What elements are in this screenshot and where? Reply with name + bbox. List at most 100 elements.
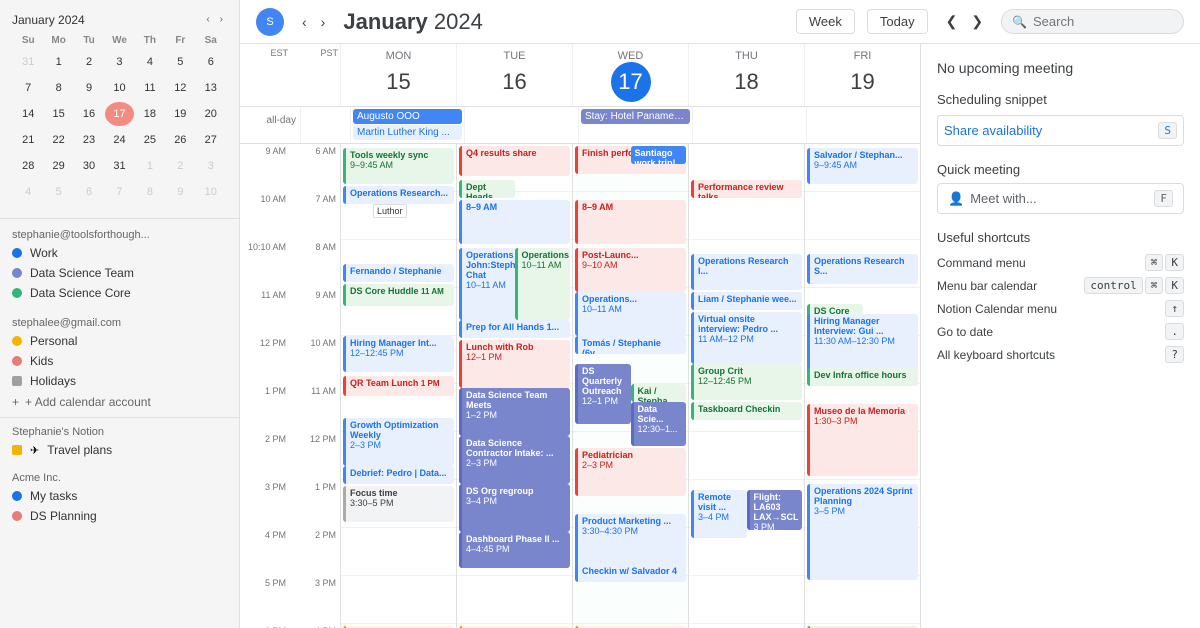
mini-cal-day[interactable]: 6 [197, 50, 225, 74]
event-ds-org-regroup[interactable]: DS Org regroup 3–4 PM [459, 484, 570, 532]
col-header-mon[interactable]: MON 15 [340, 44, 456, 106]
event-taskboard[interactable]: Taskboard Checkin [691, 402, 802, 420]
add-calendar-btn[interactable]: + + Add calendar account [0, 391, 239, 413]
mini-cal-day[interactable]: 8 [44, 76, 72, 100]
event-pediatrician[interactable]: Pediatrician 2–3 PM [575, 448, 686, 496]
mini-cal-day[interactable]: 26 [166, 128, 194, 152]
mini-cal-day[interactable]: 5 [44, 180, 72, 204]
mini-cal-day[interactable]: 31 [14, 50, 42, 74]
search-input[interactable] [1033, 14, 1173, 29]
event-group-crit[interactable]: Group Crit 12–12:45 PM [691, 364, 802, 400]
event-operations-fri[interactable]: Operations Research S... [807, 254, 918, 284]
col-header-wed[interactable]: WED 17 [572, 44, 688, 106]
event-liam-stephanie[interactable]: Liam / Stephanie wee... [691, 292, 802, 310]
mini-cal-day[interactable]: 19 [166, 102, 194, 126]
mini-cal-day[interactable]: 15 [44, 102, 72, 126]
event-hiring-manager-fri[interactable]: Hiring Manager Interview: Gui ... 11:30 … [807, 314, 918, 376]
event-data-scie[interactable]: Data Scie... 12:30–1... [631, 402, 687, 446]
event-salvador[interactable]: Salvador / Stephan... 9–9:45 AM [807, 148, 918, 184]
event-focus-time[interactable]: Focus time 3:30–5 PM [343, 486, 454, 522]
event-lunch-rob[interactable]: Lunch with Rob 12–1 PM [459, 340, 570, 388]
mini-cal-day[interactable]: 8 [136, 180, 164, 204]
mini-cal-day[interactable]: 10 [197, 180, 225, 204]
mini-cal-day[interactable]: 11 [136, 76, 164, 100]
mini-cal-day[interactable]: 30 [75, 154, 103, 178]
mini-cal-day[interactable]: 18 [136, 102, 164, 126]
mini-cal-day[interactable]: 17 [105, 102, 133, 126]
event-8-9am-wed[interactable]: 8–9 AM [575, 200, 686, 244]
event-tools-weekly[interactable]: Tools weekly sync 9–9:45 AM [343, 148, 454, 184]
col-header-tue[interactable]: TUE 16 [456, 44, 572, 106]
mini-cal-day[interactable]: 23 [75, 128, 103, 152]
share-availability-btn[interactable]: Share availability S [937, 115, 1184, 146]
mini-cal-day[interactable]: 28 [14, 154, 42, 178]
mini-cal-day[interactable]: 7 [14, 76, 42, 100]
mini-cal-day[interactable]: 5 [166, 50, 194, 74]
event-virtual-onsite[interactable]: Virtual onsite interview: Pedro ... 11 A… [691, 312, 802, 364]
mini-cal-day[interactable]: 24 [105, 128, 133, 152]
mini-cal-day[interactable]: 29 [44, 154, 72, 178]
mini-cal-day[interactable]: 27 [197, 128, 225, 152]
nav-next-btn[interactable]: ❯ [965, 9, 989, 34]
mini-cal-day[interactable]: 12 [166, 76, 194, 100]
event-dept-heads[interactable]: Dept Heads Upda... [459, 180, 515, 198]
event-dashboard-phase[interactable]: Dashboard Phase II ... 4–4:45 PM [459, 532, 570, 568]
meet-with-btn[interactable]: 👤 Meet with... F [937, 183, 1184, 214]
event-qr-team-lunch[interactable]: QR Team Lunch 1 PM [343, 376, 454, 396]
event-ds-quarterly[interactable]: DS Quarterly Outreach 12–1 PM [575, 364, 631, 424]
event-flight-la603[interactable]: Flight: LA603 LAX→SCL 3 PM [747, 490, 803, 530]
mini-cal-day[interactable]: 1 [136, 154, 164, 178]
mini-cal-day[interactable]: 31 [105, 154, 133, 178]
mini-cal-day[interactable]: 1 [44, 50, 72, 74]
event-fernando-stephanie[interactable]: Fernando / Stephanie [343, 264, 454, 282]
mini-cal-day[interactable]: 14 [14, 102, 42, 126]
event-operations-thu[interactable]: Operations Research I... [691, 254, 802, 290]
event-ds-core-huddle[interactable]: DS Core Huddle 11 AM [343, 284, 454, 306]
event-perf-review[interactable]: Performance review talks [691, 180, 802, 198]
event-operations-tue[interactable]: Operations 10–11 AM [515, 248, 571, 320]
mini-cal-day[interactable]: 22 [44, 128, 72, 152]
event-kai[interactable]: Kai / Stepha... [631, 384, 687, 402]
event-8-9am-tue[interactable]: 8–9 AM [459, 200, 570, 244]
calendar-item[interactable]: Personal [0, 331, 239, 351]
event-debrief-pedro[interactable]: Debrief: Pedro | Data... [343, 466, 454, 484]
mini-cal-day[interactable]: 16 [75, 102, 103, 126]
prev-week-btn[interactable]: ‹ [296, 10, 313, 34]
calendar-item[interactable]: Kids [0, 351, 239, 371]
mini-cal-day[interactable]: 3 [197, 154, 225, 178]
event-remote-visit[interactable]: Remote visit ... 3–4 PM [691, 490, 747, 538]
acme-item[interactable]: My tasks [0, 486, 239, 506]
col-header-thu[interactable]: THU 18 [688, 44, 804, 106]
calendar-item[interactable]: Work [0, 243, 239, 263]
event-dev-infra[interactable]: Dev Infra office hours [807, 368, 918, 386]
mini-cal-day[interactable]: 7 [105, 180, 133, 204]
nav-prev-btn[interactable]: ❮ [940, 9, 964, 34]
event-checkin-salvador[interactable]: Checkin w/ Salvador 4 [575, 564, 686, 582]
event-operations-research-mon[interactable]: Operations Research... [343, 186, 454, 204]
mini-cal-day[interactable]: 2 [166, 154, 194, 178]
mini-cal-prev[interactable]: ‹ [202, 12, 213, 27]
mini-cal-day[interactable]: 9 [166, 180, 194, 204]
event-santiago[interactable]: Santiago work trip! [631, 146, 687, 164]
event-operations-sprint[interactable]: Operations 2024 Sprint Planning 3–5 PM [807, 484, 918, 580]
event-ds-contractor[interactable]: Data Science Contractor Intake: ... 2–3 … [459, 436, 570, 484]
scrollable-grid[interactable]: 9 AM 10 AM 10:10 AM 11 AM 12 PM 1 PM 2 P… [240, 144, 920, 628]
notion-item[interactable]: ✈Travel plans [0, 440, 239, 460]
mini-cal-next[interactable]: › [216, 12, 227, 27]
calendar-item[interactable]: Data Science Team [0, 263, 239, 283]
mini-cal-day[interactable]: 6 [75, 180, 103, 204]
col-header-fri[interactable]: FRI 19 [804, 44, 920, 106]
allday-event-hotel[interactable]: Stay: Hotel Panamerica... [581, 109, 690, 124]
event-museo[interactable]: Museo de la Memoria 1:30–3 PM [807, 404, 918, 476]
mini-cal-day[interactable]: 3 [105, 50, 133, 74]
mini-cal-day[interactable]: 21 [14, 128, 42, 152]
event-post-launch[interactable]: Post-Launc... 9–10 AM [575, 248, 686, 292]
event-prep-allhands[interactable]: Prep for All Hands 1... [459, 320, 570, 338]
event-hiring-manager-mon[interactable]: Hiring Manager Int... 12–12:45 PM [343, 336, 454, 372]
today-btn[interactable]: Today [867, 9, 928, 34]
event-tomas[interactable]: Tomás / Stephanie (6v... [575, 336, 686, 354]
calendar-item[interactable]: Data Science Core [0, 283, 239, 303]
event-q4-results[interactable]: Q4 results share [459, 146, 570, 176]
calendar-item[interactable]: Holidays [0, 371, 239, 391]
search-box[interactable]: 🔍 [1001, 9, 1184, 34]
